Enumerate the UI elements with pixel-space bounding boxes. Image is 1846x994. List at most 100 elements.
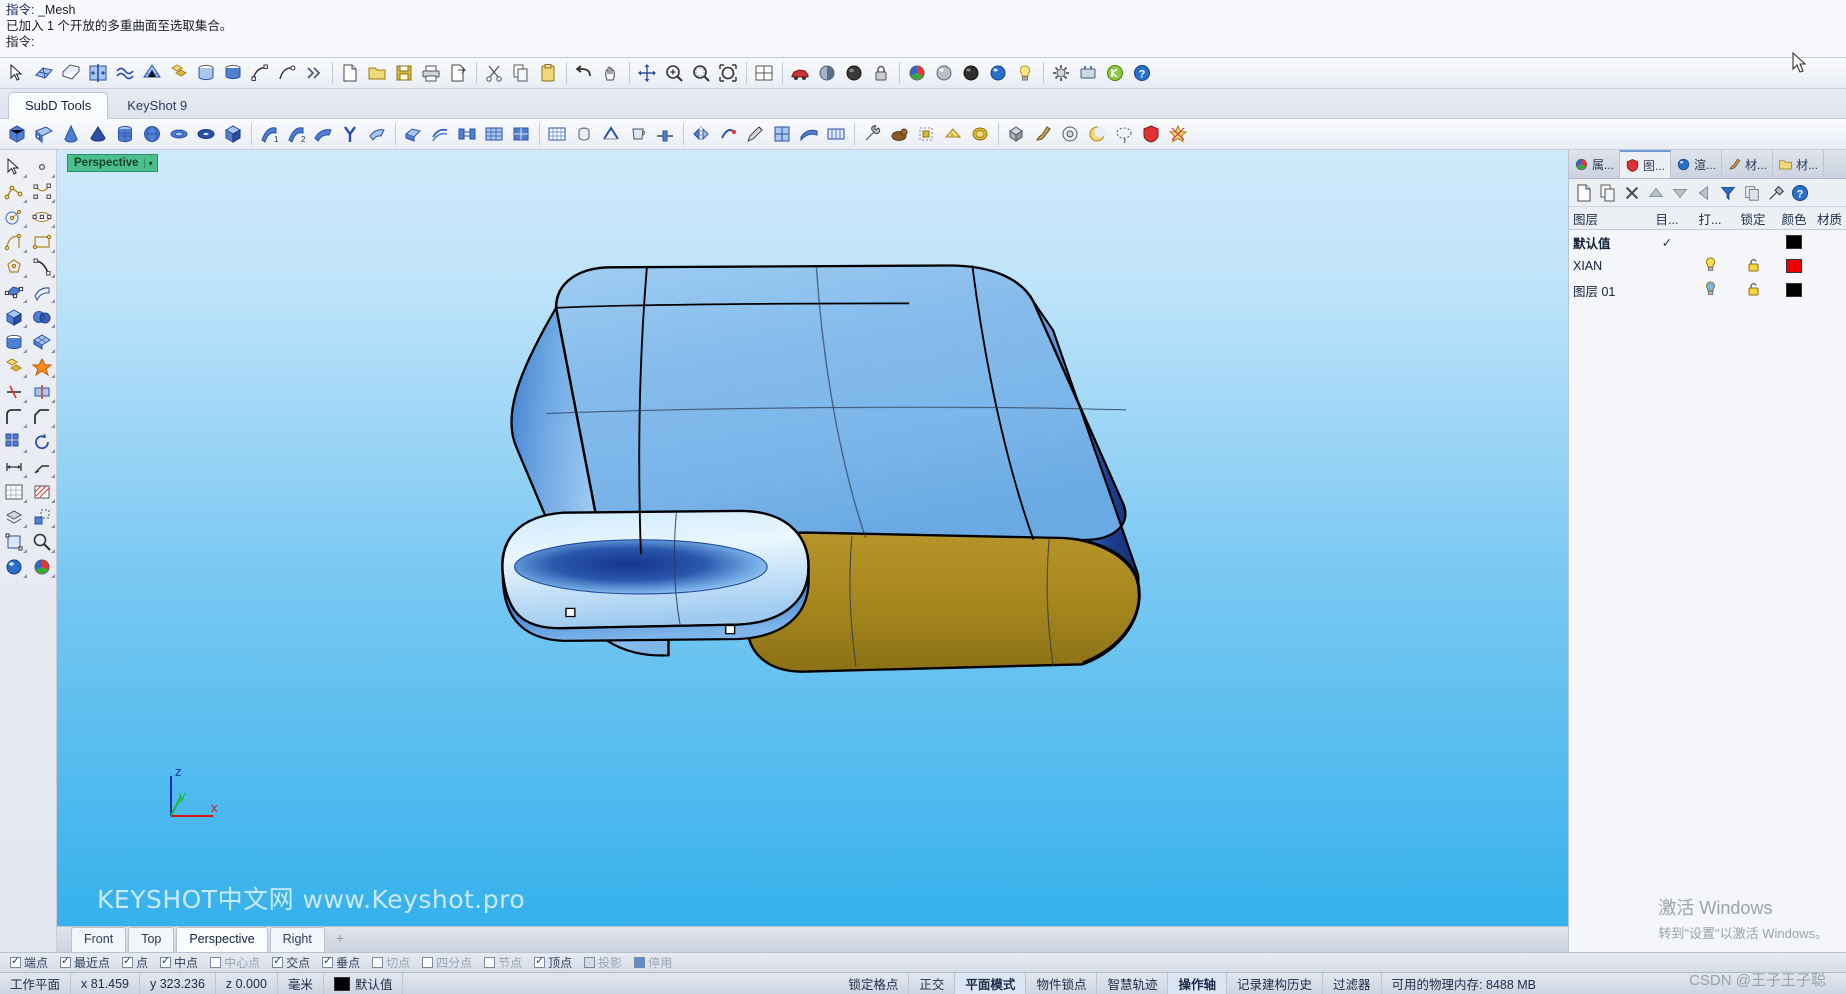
zoom-extents-icon[interactable] (715, 60, 741, 86)
viewport-tab-front[interactable]: Front (71, 927, 126, 952)
plugin-icon[interactable] (1075, 60, 1101, 86)
cylinder-icon[interactable] (193, 60, 219, 86)
col-header-color[interactable]: 颜色 (1775, 209, 1813, 228)
layer-color-swatch[interactable] (1775, 235, 1813, 250)
chamfer-tool-icon[interactable] (28, 404, 56, 429)
checkbox[interactable] (122, 957, 133, 968)
status-toggle-智慧轨迹[interactable]: 智慧轨迹 (1097, 973, 1168, 994)
col-header-material[interactable]: 材质 (1813, 209, 1846, 228)
subd-insert-edge-icon[interactable] (571, 121, 597, 147)
layer-name[interactable]: 默认值 (1569, 233, 1645, 252)
subd-loft1-icon[interactable]: 1 (256, 121, 282, 147)
array-tool-icon[interactable] (0, 429, 28, 454)
osnap-中点[interactable]: 中点 (154, 954, 204, 971)
curve-blend-tool-icon[interactable] (28, 254, 56, 279)
ellipse-tool-icon[interactable] (28, 204, 56, 229)
zoom-window-icon[interactable] (688, 60, 714, 86)
rectangle-tool-icon[interactable] (28, 229, 56, 254)
layer-lock-toggle[interactable] (1731, 258, 1775, 275)
viewport-tab-perspective[interactable]: Perspective (176, 927, 267, 952)
leader-tool-icon[interactable] (28, 454, 56, 479)
subd-shrink-icon[interactable] (913, 121, 939, 147)
paste-icon[interactable] (535, 60, 561, 86)
command-input-line[interactable]: 指令: (6, 34, 1840, 50)
material-tool-icon[interactable] (28, 554, 56, 579)
checkbox[interactable] (584, 957, 595, 968)
subd-ellipsoid-icon[interactable] (166, 121, 192, 147)
subd-circle-icon[interactable] (1057, 121, 1083, 147)
col-header-lock[interactable]: 锁定 (1731, 209, 1775, 228)
osnap-点[interactable]: 点 (116, 954, 154, 971)
chevron-down-icon[interactable]: ▾ (144, 159, 153, 168)
checkbox[interactable] (160, 957, 171, 968)
subd-tools-icon[interactable] (859, 121, 885, 147)
polyline-tool-icon[interactable] (0, 179, 28, 204)
color-wheel-icon[interactable] (904, 60, 930, 86)
surface-loft-icon[interactable] (58, 60, 84, 86)
fillet-tool-icon[interactable] (0, 404, 28, 429)
panel-tab-2[interactable]: 渲... (1671, 150, 1722, 178)
viewport-tab-right[interactable]: Right (270, 927, 325, 952)
subd-cone-icon[interactable] (58, 121, 84, 147)
arc-tool-icon[interactable] (0, 229, 28, 254)
polygon-tool-icon[interactable] (0, 254, 28, 279)
tab-keyshot-9[interactable]: KeyShot 9 (110, 92, 204, 119)
checkbox[interactable] (60, 957, 71, 968)
new-file-icon[interactable] (337, 60, 363, 86)
cylinder-tool-icon[interactable] (0, 329, 28, 354)
split-tool-icon[interactable] (28, 379, 56, 404)
export-icon[interactable] (445, 60, 471, 86)
surface-control-point-icon[interactable] (0, 279, 28, 304)
layer-visibility-toggle[interactable] (1689, 281, 1731, 299)
panel-tab-0[interactable]: 属... (1569, 150, 1620, 178)
subd-moon-icon[interactable] (1084, 121, 1110, 147)
status-toggle-操作轴[interactable]: 操作轴 (1168, 973, 1227, 994)
control-point-curve-icon[interactable] (28, 179, 56, 204)
status-toggle-物件锁点[interactable]: 物件锁点 (1026, 973, 1097, 994)
checkbox[interactable] (10, 957, 21, 968)
col-header-current[interactable]: 目... (1645, 209, 1689, 228)
layer-name[interactable]: XIAN (1569, 259, 1645, 273)
boolean-union-icon[interactable] (166, 60, 192, 86)
zoom-in-icon[interactable] (661, 60, 687, 86)
status-toggle-记录建构历史[interactable]: 记录建构历史 (1227, 973, 1323, 994)
osnap-切点[interactable]: 切点 (366, 954, 416, 971)
add-viewport-button[interactable]: + (327, 927, 353, 952)
tab-subd-tools[interactable]: SubD Tools (8, 92, 108, 119)
subd-sweep-icon[interactable] (310, 121, 336, 147)
subd-crease-icon[interactable] (598, 121, 624, 147)
osnap-节点[interactable]: 节点 (478, 954, 528, 971)
rotate-tool-icon[interactable] (28, 429, 56, 454)
move-down-icon[interactable] (1669, 182, 1691, 204)
boolean-tool-icon[interactable] (0, 354, 28, 379)
delete-layer-icon[interactable] (1621, 182, 1643, 204)
scale-tool-icon[interactable] (28, 504, 56, 529)
command-history-area[interactable]: 指令: _Mesh 已加入 1 个开放的多重曲面至选取集合。 指令: (0, 0, 1846, 58)
subd-cup-icon[interactable] (625, 121, 651, 147)
subd-plane-icon[interactable] (31, 121, 57, 147)
osnap-投影[interactable]: 投影 (578, 954, 628, 971)
subd-torus-icon[interactable] (193, 121, 219, 147)
subd-brush-icon[interactable] (1030, 121, 1056, 147)
surface-extrude-icon[interactable] (28, 279, 56, 304)
block-tool-icon[interactable] (0, 529, 28, 554)
status-toggle-正交[interactable]: 正交 (909, 973, 955, 994)
viewport-tab-top[interactable]: Top (128, 927, 174, 952)
checkbox[interactable] (422, 957, 433, 968)
dimension-tool-icon[interactable] (0, 454, 28, 479)
subd-cheese-icon[interactable] (940, 121, 966, 147)
subd-bridge-icon[interactable] (454, 121, 480, 147)
move-up-icon[interactable] (1645, 182, 1667, 204)
checkbox[interactable] (484, 957, 495, 968)
layer-name[interactable]: 图层 01 (1569, 281, 1645, 300)
subd-box-icon[interactable] (4, 121, 30, 147)
subd-mesh-icon[interactable] (481, 121, 507, 147)
layer-lock-toggle[interactable] (1731, 282, 1775, 299)
panel-tab-1[interactable]: 图... (1620, 150, 1671, 178)
layer-visibility-toggle[interactable] (1689, 257, 1731, 275)
subd-star-icon[interactable] (1165, 121, 1191, 147)
cylinder2-icon[interactable] (220, 60, 246, 86)
control-point-2[interactable] (726, 626, 735, 634)
overflow-chevron-icon[interactable] (301, 60, 327, 86)
osnap-四分点[interactable]: 四分点 (416, 954, 478, 971)
